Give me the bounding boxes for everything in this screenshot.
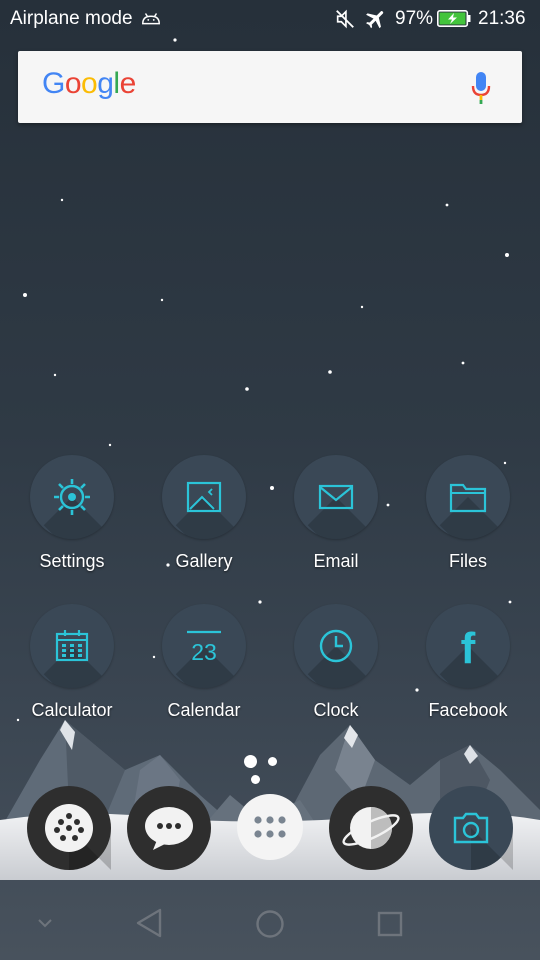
- google-logo-letter: G: [42, 67, 65, 100]
- airplane-icon: [366, 11, 384, 29]
- battery-percent: 97%: [395, 8, 434, 29]
- app-gallery[interactable]: Gallery: [148, 455, 260, 572]
- app-settings[interactable]: Settings: [16, 455, 128, 572]
- calendar-day: 23: [191, 639, 217, 665]
- app-files[interactable]: Files: [412, 455, 524, 572]
- calendar-icon: 23: [187, 630, 221, 665]
- app-label: Gallery: [175, 551, 233, 571]
- calendar-icon-circle: 23: [162, 604, 246, 688]
- facebook-icon: f: [461, 626, 476, 666]
- app-label: Email: [313, 551, 359, 571]
- navigation-bar: [0, 885, 540, 960]
- android-debug-icon: [142, 13, 160, 25]
- google-logo: Google: [42, 67, 136, 101]
- app-drawer-icon: [237, 794, 303, 860]
- google-logo-letter: o: [81, 67, 98, 100]
- airplane-mode-label: Airplane mode: [10, 8, 133, 29]
- recents-icon[interactable]: [376, 910, 404, 938]
- google-logo-letter: g: [97, 67, 114, 100]
- app-label: Files: [448, 551, 487, 571]
- home-icon[interactable]: [255, 909, 285, 939]
- dialpad-icon: [27, 786, 111, 870]
- status-bar: Airplane mode 97% 21:36: [0, 0, 540, 38]
- email-icon-circle: [294, 455, 378, 539]
- facebook-glyph: f: [461, 626, 476, 666]
- files-icon-circle: [426, 455, 510, 539]
- back-icon[interactable]: [134, 907, 164, 939]
- app-email[interactable]: Email: [280, 455, 392, 572]
- planet-icon: [329, 786, 413, 870]
- google-logo-letter: o: [64, 67, 82, 100]
- mute-icon: [336, 9, 354, 29]
- google-logo-letter: e: [119, 67, 137, 100]
- gear-icon: [54, 479, 90, 515]
- home-screen: Airplane mode 97% 21:36 Google Settings …: [0, 0, 540, 960]
- folder-icon: [449, 483, 487, 513]
- google-search-bar[interactable]: Google: [18, 51, 522, 123]
- dock-dialer[interactable]: [27, 786, 111, 870]
- page-dot: [268, 757, 278, 767]
- chat-bubble-icon: [127, 786, 211, 870]
- dock-browser[interactable]: [329, 786, 413, 870]
- page-indicator[interactable]: [244, 753, 296, 785]
- picture-icon: [186, 481, 222, 513]
- battery-charging-icon: [437, 10, 471, 27]
- camera-icon: [429, 786, 513, 870]
- dock-messaging[interactable]: [127, 786, 211, 870]
- settings-icon-circle: [30, 455, 114, 539]
- envelope-icon: [318, 484, 354, 510]
- gallery-icon-circle: [162, 455, 246, 539]
- calculator-icon: [55, 630, 89, 662]
- dock-app-drawer[interactable]: [237, 794, 303, 860]
- mic-icon[interactable]: [470, 71, 492, 105]
- clock-icon: [319, 629, 353, 663]
- app-label: Settings: [39, 551, 105, 571]
- clock-icon-circle: [294, 604, 378, 688]
- page-dot: [251, 775, 260, 785]
- hide-nav-chevron-icon[interactable]: [36, 917, 54, 929]
- clock-time: 21:36: [478, 8, 526, 29]
- dock-camera[interactable]: [429, 786, 513, 870]
- facebook-icon-circle: f: [426, 604, 510, 688]
- calculator-icon-circle: [30, 604, 114, 688]
